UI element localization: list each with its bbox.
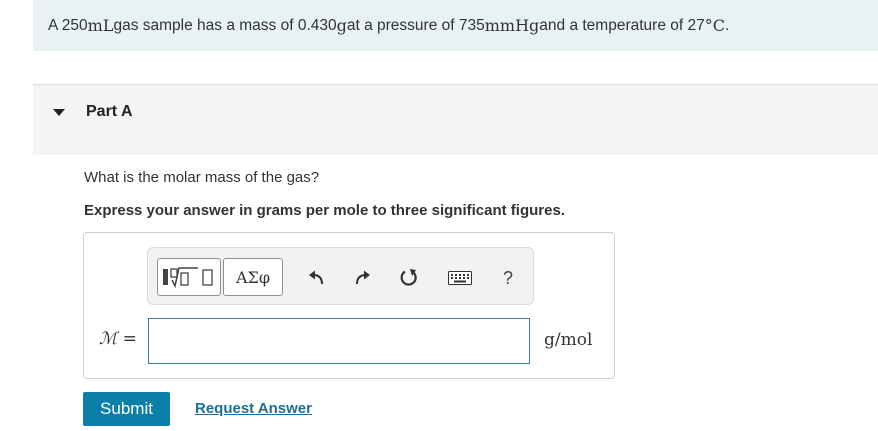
- temp-unit: °C: [704, 16, 725, 35]
- redo-icon: [356, 270, 370, 285]
- keyboard-icon: [448, 271, 472, 285]
- problem-pressure-text: at a pressure of 735: [346, 16, 485, 34]
- help-label: ?: [502, 267, 513, 288]
- instruction-text: Express your answer in grams per mole to…: [84, 202, 565, 219]
- part-a-header[interactable]: Part A: [33, 85, 878, 155]
- redo-button[interactable]: [352, 267, 374, 289]
- question-text: What is the molar mass of the gas?: [84, 169, 320, 186]
- reset-icon: [400, 269, 417, 286]
- problem-mass-text: gas sample has a mass of 0.430: [113, 16, 337, 34]
- volume-unit: mL: [87, 16, 114, 35]
- caret-down-icon[interactable]: [53, 109, 65, 116]
- keyboard-button[interactable]: [447, 267, 473, 289]
- problem-temp-text: and a temperature of 27: [539, 16, 705, 34]
- templates-sqrt-icon: [163, 267, 213, 289]
- templates-button[interactable]: [157, 258, 221, 296]
- request-answer-link[interactable]: Request Answer: [195, 400, 312, 417]
- mass-unit: g: [336, 16, 347, 35]
- symbols-button[interactable]: ΑΣφ: [223, 258, 283, 296]
- problem-prefix: A 250: [48, 16, 88, 34]
- math-toolbar: ΑΣφ ?: [147, 247, 534, 305]
- undo-icon: [309, 270, 323, 285]
- answer-box: ΑΣφ ? ℳ = g/mol: [83, 232, 615, 379]
- pressure-unit: mmHg: [484, 16, 540, 35]
- help-button[interactable]: ?: [497, 267, 519, 289]
- answer-input[interactable]: [148, 318, 530, 364]
- answer-variable-label: ℳ =: [99, 329, 137, 349]
- part-title[interactable]: Part A: [86, 103, 133, 121]
- problem-end: .: [724, 16, 730, 34]
- answer-unit-label: g/mol: [544, 330, 593, 350]
- undo-button[interactable]: [305, 267, 327, 289]
- symbols-label: ΑΣφ: [235, 267, 271, 287]
- problem-statement: A 250 mL gas sample has a mass of 0.430 …: [33, 0, 878, 51]
- submit-button[interactable]: Submit: [83, 392, 170, 426]
- reset-button[interactable]: [398, 267, 420, 289]
